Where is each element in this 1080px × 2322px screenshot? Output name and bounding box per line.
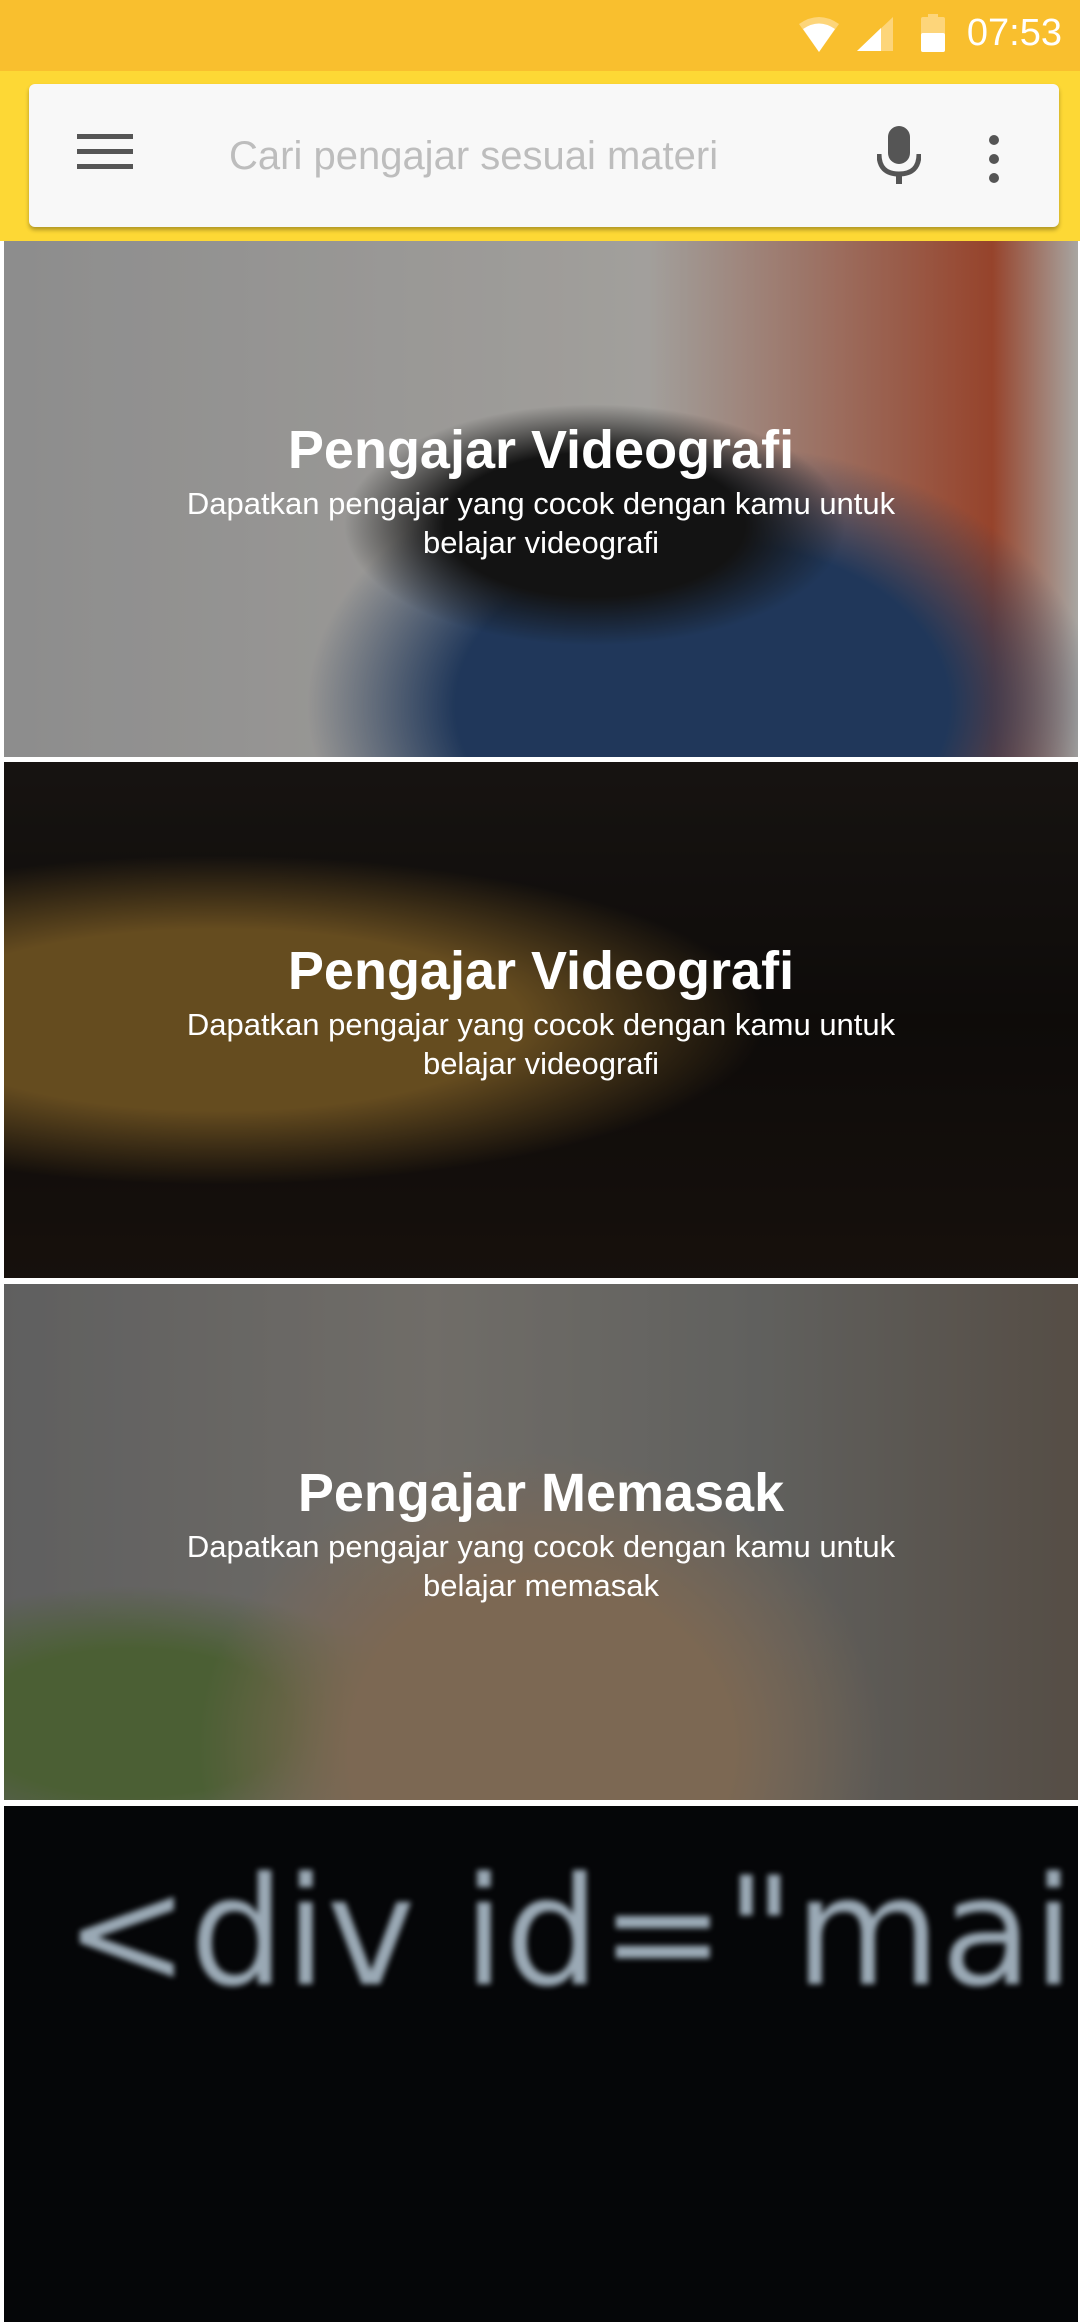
menu-icon[interactable] [77,134,133,176]
card-image-code-text: <div id="main content"> [64,1846,1078,2020]
card-subtitle: Dapatkan pengajar yang cocok dengan kamu… [186,1007,896,1081]
category-card-videography[interactable]: Pengajar Videografi Dapatkan pengajar ya… [4,241,1078,757]
battery-icon [921,14,945,52]
mic-icon[interactable] [877,126,921,184]
search-input[interactable]: Cari pengajar sesuai materi [229,134,718,179]
more-vert-icon[interactable] [979,134,1009,184]
category-card-guitar[interactable]: Pengajar Videografi Dapatkan pengajar ya… [4,762,1078,1278]
card-title: Pengajar Videografi [287,941,795,1001]
card-subtitle: Dapatkan pengajar yang cocok dengan kamu… [186,486,896,560]
search-bar[interactable]: Cari pengajar sesuai materi [29,84,1059,227]
card-title: Pengajar Videografi [287,420,795,480]
category-card-cooking[interactable]: Pengajar Memasak Dapatkan pengajar yang … [4,1284,1078,1800]
category-card-programming[interactable]: <div id="main content"> [4,1806,1078,2322]
wifi-icon [799,17,839,52]
card-subtitle: Dapatkan pengajar yang cocok dengan kamu… [186,1529,896,1603]
status-bar: 07:53 [0,0,1080,71]
card-title: Pengajar Memasak [297,1463,785,1523]
clock: 07:53 [966,12,1062,54]
signal-icon [857,17,893,51]
